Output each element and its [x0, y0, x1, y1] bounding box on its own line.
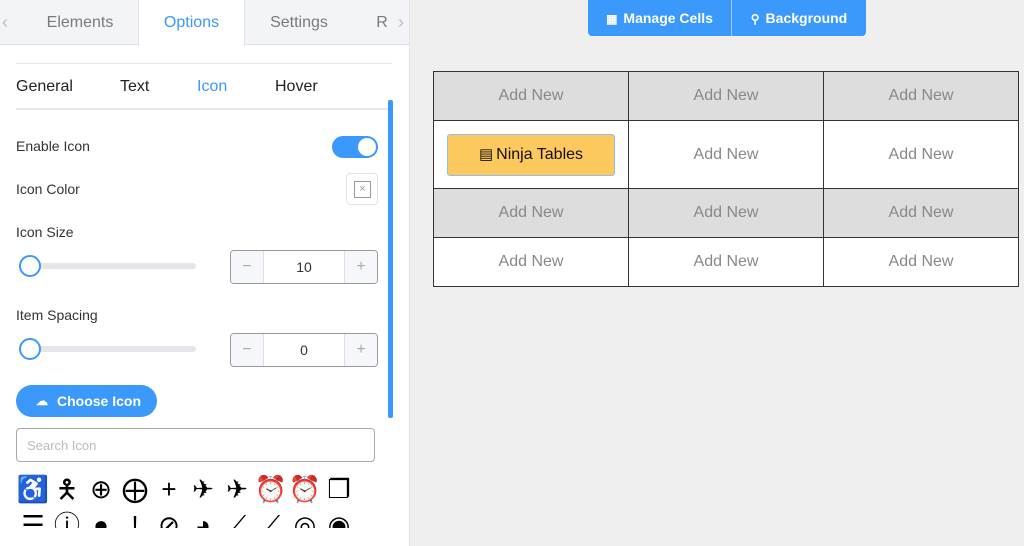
add-new-cell[interactable]: Add New	[433, 71, 629, 121]
tab-scroll-right-icon[interactable]: ›	[398, 12, 404, 33]
aperture-icon[interactable]: ◉	[322, 508, 356, 528]
albums-outline-icon[interactable]: ❐	[322, 472, 356, 506]
divider	[16, 63, 392, 64]
tab-r[interactable]: R	[365, 0, 399, 45]
add-circle-outline-icon[interactable]: ⊕	[84, 472, 118, 506]
ninja-tables-label: Ninja Tables	[496, 145, 584, 163]
panel-tabs: ‹ Elements Options Settings R ›	[0, 0, 409, 46]
enable-icon-toggle[interactable]	[332, 136, 378, 158]
add-new-cell[interactable]: Add New	[433, 237, 629, 287]
american-football-outline-icon[interactable]: ⊘	[152, 508, 186, 528]
accessibility-icon[interactable]: 🯅	[50, 472, 84, 506]
item-spacing-slider-handle[interactable]	[19, 338, 41, 360]
enable-icon-label: Enable Icon	[16, 138, 90, 154]
choose-icon-label: Choose Icon	[57, 393, 142, 409]
ninja-tables-button[interactable]: ▤ Ninja Tables	[447, 133, 615, 176]
table-row: Add New Add New Add New	[433, 237, 1019, 287]
subtab-hover[interactable]: Hover	[275, 78, 318, 96]
add-new-cell[interactable]: Add New	[823, 237, 1019, 287]
add-new-cell[interactable]: Add New	[823, 71, 1019, 121]
icon-size-decrement-button[interactable]: −	[231, 251, 264, 283]
tab-elements[interactable]: Elements	[12, 0, 148, 45]
item-spacing-decrement-button[interactable]: −	[231, 334, 264, 366]
alarm-outline-icon[interactable]: ⏰	[254, 472, 288, 506]
icon-color-picker[interactable]: ×	[346, 173, 378, 205]
add-new-cell[interactable]: Add New	[628, 188, 824, 238]
icon-library-grid: ♿ 🯅 ⊕ ⨁ + ✈ ✈ ⏰ ⏰ ❐ ☰ ⓘ ●! ⊘ ◕ ⟋ ⟋ ◎ ◉	[16, 472, 376, 528]
add-new-cell[interactable]: Add New	[628, 71, 824, 121]
aperture-outline-icon[interactable]: ◎	[288, 508, 322, 528]
tab-settings[interactable]: Settings	[245, 0, 353, 45]
cloud-upload-icon: ☁	[36, 394, 48, 408]
subtab-text[interactable]: Text	[120, 78, 149, 96]
analytics-outline-icon[interactable]: ⟋	[220, 508, 254, 528]
background-button[interactable]: ⚲ Background	[732, 0, 866, 36]
button-cell[interactable]: ▤ Ninja Tables	[433, 120, 629, 189]
alert-circle-outline-icon[interactable]: ⓘ	[50, 508, 84, 528]
analytics-icon[interactable]: ⟋	[254, 508, 288, 528]
alert-icon[interactable]: !	[118, 508, 152, 528]
add-new-cell[interactable]: Add New	[433, 188, 629, 238]
icon-size-input[interactable]: 10	[264, 251, 344, 283]
alarm-icon[interactable]: ⏰	[288, 472, 322, 506]
search-icon-input[interactable]	[16, 428, 375, 462]
table-toolbar: ▦ Manage Cells ⚲ Background	[588, 0, 866, 36]
albums-icon[interactable]: ☰	[16, 508, 50, 528]
grid-icon: ▦	[606, 12, 618, 26]
brush-icon: ⚲	[750, 12, 760, 26]
add-new-cell[interactable]: Add New	[628, 237, 824, 287]
panel-scrollbar[interactable]	[388, 100, 393, 418]
button-table: Add New Add New Add New ▤ Ninja Tables Add Ne…	[433, 71, 1019, 287]
airplane-icon[interactable]: ✈	[220, 472, 254, 506]
table-row: ▤ Ninja Tables Add New Add New	[433, 120, 1019, 189]
manage-cells-button[interactable]: ▦ Manage Cells	[588, 0, 732, 36]
manage-cells-label: Manage Cells	[623, 10, 713, 26]
item-spacing-input[interactable]: 0	[264, 334, 344, 366]
add-new-cell[interactable]: Add New	[628, 120, 824, 189]
add-new-cell[interactable]: Add New	[823, 120, 1019, 189]
item-spacing-label: Item Spacing	[16, 307, 98, 323]
icon-size-slider-track[interactable]	[20, 263, 196, 269]
accessibility-outline-icon[interactable]: ♿	[16, 472, 50, 506]
choose-icon-button[interactable]: ☁ Choose Icon	[16, 385, 157, 417]
airplane-outline-icon[interactable]: ✈	[186, 472, 220, 506]
item-spacing-slider-track[interactable]	[20, 346, 196, 352]
icon-size-label: Icon Size	[16, 224, 74, 240]
table-icon: ▤	[478, 145, 494, 163]
add-circle-icon[interactable]: ⨁	[118, 472, 152, 506]
tab-scroll-left-icon[interactable]: ‹	[2, 12, 8, 33]
clear-color-icon: ×	[354, 181, 371, 198]
item-spacing-stepper: − 0 +	[230, 333, 378, 367]
tab-options[interactable]: Options	[138, 0, 245, 46]
icon-size-increment-button[interactable]: +	[344, 251, 377, 283]
icon-size-stepper: − 10 +	[230, 250, 378, 284]
add-new-cell[interactable]: Add New	[823, 188, 1019, 238]
table-row: Add New Add New Add New	[433, 188, 1019, 238]
subtab-icon[interactable]: Icon	[197, 78, 227, 96]
alert-circle-icon[interactable]: ●	[84, 508, 118, 528]
subtab-general[interactable]: General	[16, 78, 73, 96]
table-row: Add New Add New Add New	[433, 71, 1019, 121]
icon-color-label: Icon Color	[16, 181, 80, 197]
american-football-icon[interactable]: ◕	[186, 508, 220, 528]
add-icon[interactable]: +	[152, 472, 186, 506]
item-spacing-increment-button[interactable]: +	[344, 334, 377, 366]
options-panel: ‹ Elements Options Settings R › General …	[0, 0, 410, 546]
icon-subtabs: General Text Icon Hover	[16, 78, 392, 110]
icon-size-slider-handle[interactable]	[19, 255, 41, 277]
background-label: Background	[765, 10, 848, 26]
